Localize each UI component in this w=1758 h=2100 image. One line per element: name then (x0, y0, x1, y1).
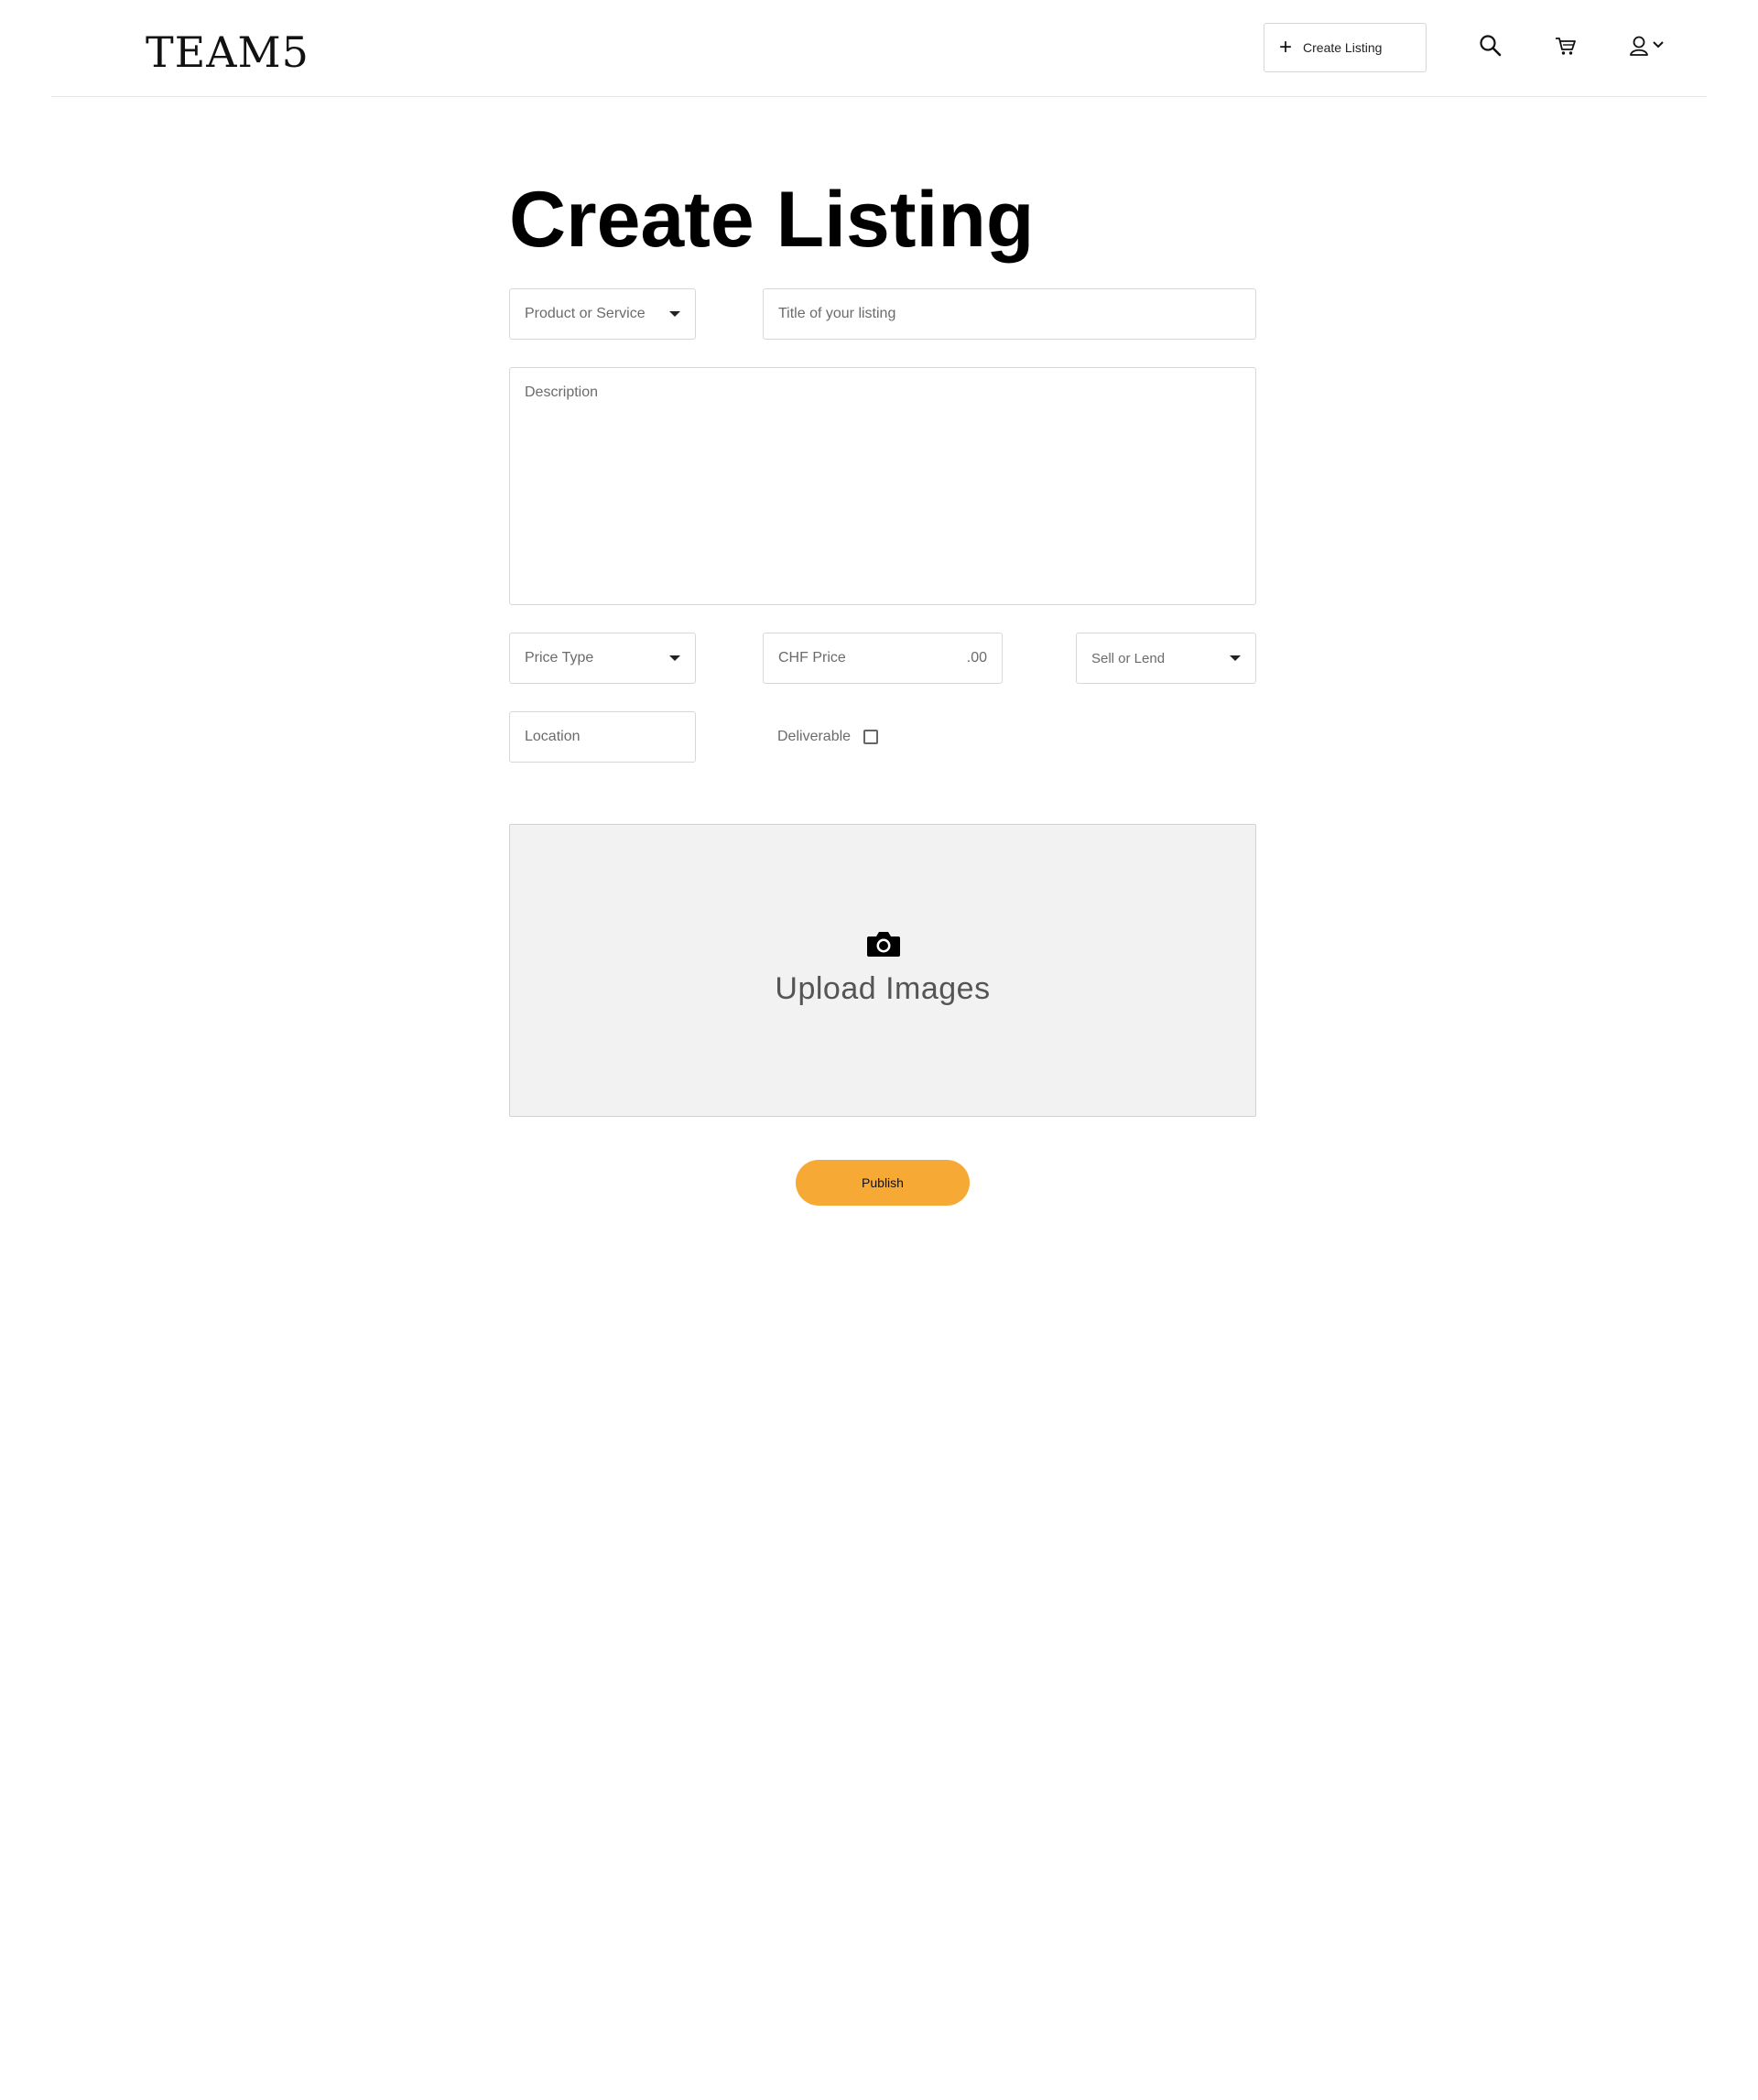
plus-icon: + (1279, 35, 1293, 60)
price-type-select[interactable]: Price Type (509, 633, 696, 684)
product-or-service-select[interactable]: Product or Service (509, 288, 696, 340)
page-title: Create Listing (509, 176, 1035, 264)
listing-title-input[interactable]: Title of your listing (763, 288, 1256, 340)
logo[interactable]: TEAM5 (146, 27, 309, 77)
search-button[interactable] (1478, 33, 1507, 62)
cart-icon (1556, 38, 1576, 55)
search-icon (1480, 35, 1502, 57)
price-type-placeholder: Price Type (525, 650, 594, 666)
deliverable-option: Deliverable (777, 726, 879, 748)
cart-button[interactable] (1553, 33, 1582, 62)
upload-images-label: Upload Images (775, 971, 991, 1006)
dropdown-caret-icon (669, 655, 680, 661)
location-input[interactable]: Location (509, 711, 696, 763)
dropdown-caret-icon (1230, 655, 1241, 661)
sell-or-lend-select[interactable]: Sell or Lend (1076, 633, 1256, 684)
user-icon (1630, 36, 1648, 56)
publish-button[interactable]: Publish (796, 1160, 970, 1206)
deliverable-label: Deliverable (777, 729, 852, 744)
chevron-down-icon (1653, 41, 1664, 49)
product-or-service-placeholder: Product or Service (525, 306, 646, 321)
description-placeholder: Description (525, 384, 599, 400)
deliverable-checkbox[interactable] (863, 730, 879, 744)
listing-title-placeholder: Title of your listing (778, 306, 896, 321)
dropdown-caret-icon (669, 311, 680, 317)
create-listing-label: Create Listing (1303, 40, 1383, 55)
price-placeholder: CHF Price (778, 650, 846, 666)
user-menu-button[interactable] (1628, 33, 1668, 62)
camera-icon (867, 932, 900, 957)
location-placeholder: Location (525, 729, 581, 744)
top-navbar: TEAM5 + Create Listing (51, 0, 1707, 97)
sell-or-lend-placeholder: Sell or Lend (1091, 650, 1166, 666)
upload-images-dropzone[interactable]: Upload Images (509, 824, 1256, 1117)
price-suffix: .00 (966, 650, 987, 666)
description-textarea[interactable]: Description (509, 367, 1256, 605)
create-listing-button[interactable]: + Create Listing (1264, 23, 1427, 72)
price-input[interactable]: CHF Price .00 (763, 633, 1003, 684)
